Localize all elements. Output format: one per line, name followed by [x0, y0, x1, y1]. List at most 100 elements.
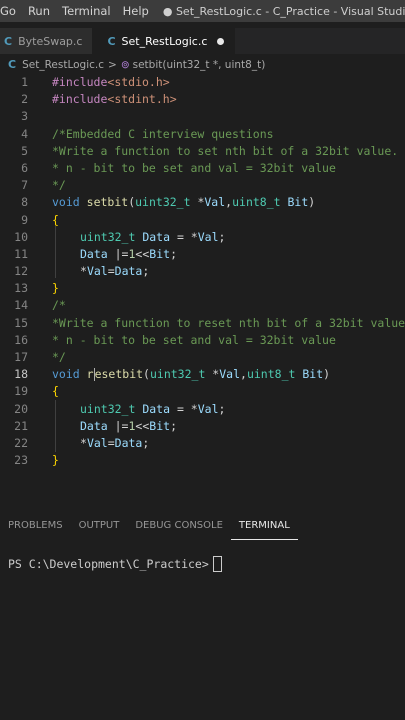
- code-token: Val: [86, 435, 108, 450]
- code-token: <<: [135, 246, 150, 261]
- code-token: Bit: [149, 246, 171, 261]
- breadcrumb: C Set_RestLogic.c > ⊚ setbit(uint32_t *,…: [8, 58, 265, 71]
- code-line: 22 *Val=Data;: [0, 435, 405, 452]
- code-line: 5 *Write a function to set nth bit of a 3…: [0, 143, 405, 160]
- code-token: uint32_t: [149, 367, 206, 382]
- line-number: 6: [21, 160, 28, 175]
- breadcrumb-symbol[interactable]: setbit(uint32_t *, uint8_t): [133, 59, 266, 71]
- code-comment: /*: [52, 298, 66, 313]
- line-number: 21: [14, 418, 28, 433]
- code-line: 15 *Write a function to reset nth bit of …: [0, 315, 405, 332]
- code-token: = *: [170, 401, 198, 416]
- code-token: setbit: [86, 195, 129, 210]
- line-number: 17: [14, 350, 28, 364]
- code-line: 7 */: [0, 177, 405, 194]
- tab-output[interactable]: OUTPUT: [71, 520, 128, 540]
- code-token: Val: [219, 367, 241, 382]
- code-token: <stdio.h>: [107, 75, 170, 89]
- menu-run[interactable]: Run: [22, 4, 56, 18]
- code-token: |=: [107, 418, 129, 433]
- code-token: ,: [240, 367, 247, 382]
- code-editor[interactable]: 1 #include<stdio.h> 2 #include<stdint.h> 3…: [0, 74, 405, 494]
- code-token: <stdint.h>: [107, 92, 177, 107]
- code-token: Data: [142, 229, 171, 244]
- code-line: 10 uint32_t Data = *Val;: [0, 229, 405, 246]
- code-token: uint32_t: [80, 229, 136, 244]
- line-number: 4: [21, 126, 28, 141]
- code-line: 13}: [0, 280, 405, 297]
- code-line: 9{: [0, 212, 405, 229]
- code-token: ;: [218, 401, 226, 416]
- code-token: #include: [52, 75, 108, 89]
- code-line: 11 Data |=1<<Bit;: [0, 246, 405, 263]
- code-token: {: [52, 212, 59, 227]
- tab-byteswap[interactable]: C ByteSwap.c: [0, 28, 94, 54]
- code-token: Val: [197, 401, 219, 416]
- code-token: ): [308, 195, 316, 210]
- line-number: 22: [14, 435, 28, 450]
- tab-label: Set_RestLogic.c: [121, 34, 208, 48]
- code-token: Bit: [302, 367, 324, 382]
- tab-problems[interactable]: PROBLEMS: [0, 520, 71, 540]
- line-number: 13: [14, 281, 28, 296]
- code-token: *: [190, 195, 205, 210]
- code-line: 4 /*Embedded C interview questions: [0, 126, 405, 143]
- code-line: 12 *Val=Data;: [0, 263, 405, 280]
- line-number: 18: [14, 367, 28, 382]
- c-file-icon: C: [8, 58, 17, 71]
- menu-terminal[interactable]: Terminal: [56, 4, 117, 18]
- code-token: uint8_t: [246, 367, 296, 382]
- code-token: |=: [107, 246, 129, 261]
- code-token: Val: [204, 195, 226, 210]
- tab-debug-console[interactable]: DEBUG CONSOLE: [127, 520, 231, 540]
- code-line: 6 * n - bit to be set and val = 32bit val…: [0, 160, 405, 177]
- code-comment: *Write a function to reset nth bit of a …: [52, 315, 405, 330]
- code-line: 8 void setbit(uint32_t *Val,uint8_t Bit): [0, 194, 405, 211]
- code-comment: */: [52, 178, 66, 193]
- line-number: 16: [14, 332, 28, 347]
- code-token: =: [107, 264, 115, 279]
- code-token: Data: [80, 246, 108, 261]
- code-token: *: [80, 264, 87, 279]
- code-token: ): [323, 367, 331, 382]
- line-number: 1: [21, 75, 28, 89]
- code-token: Val: [197, 229, 219, 244]
- code-line: 17 */: [0, 349, 405, 366]
- breadcrumb-file[interactable]: Set_RestLogic.c: [22, 59, 104, 71]
- tab-set-restlogic[interactable]: C Set_RestLogic.c: [93, 28, 236, 54]
- code-line: 19 {: [0, 383, 405, 400]
- line-number: 10: [14, 229, 28, 244]
- code-token: Bit: [149, 418, 171, 433]
- line-number: 14: [14, 298, 28, 313]
- window-title: ● Set_RestLogic.c - C_Practice - Visual …: [162, 4, 405, 18]
- c-file-icon: C: [107, 34, 116, 48]
- code-line: 20 uint32_t Data = *Val;: [0, 401, 405, 418]
- line-number: 2: [21, 92, 28, 107]
- code-token: =: [107, 435, 115, 450]
- code-token: = *: [170, 229, 198, 244]
- code-line: 1 #include<stdio.h>: [0, 74, 405, 91]
- code-token: #include: [52, 92, 108, 107]
- menu-go[interactable]: Go: [0, 4, 22, 18]
- code-token: ;: [170, 246, 177, 261]
- terminal-prompt: PS C:\Development\C_Practice>: [8, 557, 209, 571]
- menu-help[interactable]: Help: [117, 4, 155, 18]
- line-number: 20: [14, 401, 28, 416]
- code-token: Data: [80, 418, 108, 433]
- code-line: 3: [0, 108, 405, 125]
- code-token: <<: [135, 418, 150, 433]
- code-token: {: [52, 384, 59, 399]
- terminal-cursor: [212, 556, 222, 572]
- code-token: Data: [142, 401, 171, 416]
- function-symbol-icon: ⊚: [120, 58, 130, 71]
- code-token: Bit: [287, 195, 309, 210]
- code-token: }: [52, 453, 59, 468]
- code-token: r: [86, 367, 94, 382]
- terminal[interactable]: PS C:\Development\C_Practice>: [8, 556, 222, 572]
- code-token: }: [52, 281, 59, 296]
- unsaved-dot-icon[interactable]: [217, 37, 225, 45]
- menu-bar: Go Run Terminal Help ● Set_RestLogic.c -…: [0, 0, 405, 22]
- tab-terminal[interactable]: TERMINAL: [230, 520, 298, 540]
